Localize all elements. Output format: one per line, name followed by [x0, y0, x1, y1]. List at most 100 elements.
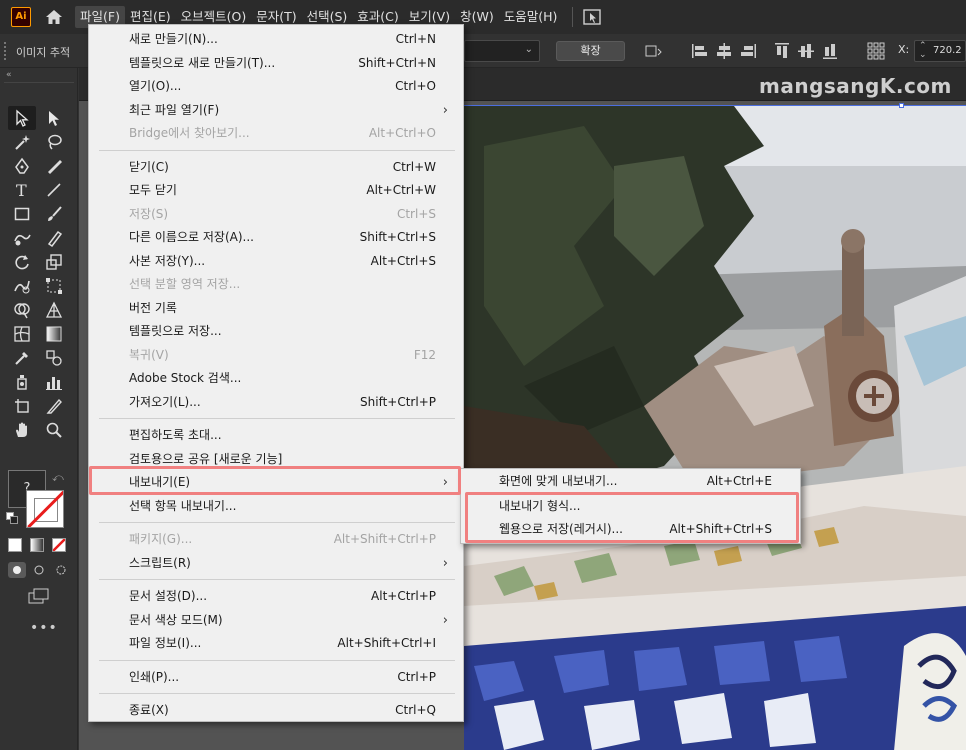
more-tools-icon[interactable]: •••	[30, 620, 58, 636]
file-menu-item[interactable]: Adobe Stock 검색...	[89, 367, 463, 390]
magic-wand-tool-icon[interactable]	[8, 130, 36, 154]
eyedropper-tool-icon[interactable]	[8, 346, 36, 370]
draw-inside-icon[interactable]	[52, 562, 70, 578]
file-menu-item[interactable]: 최근 파일 열기(F) ›	[89, 99, 463, 122]
trace-view-dropdown[interactable]: ⌄	[464, 40, 540, 62]
free-transform-tool-icon[interactable]	[40, 274, 68, 298]
column-graph-tool-icon[interactable]	[40, 370, 68, 394]
menu-help[interactable]: 도움말(H)	[499, 6, 563, 28]
file-menu-item[interactable]: 템플릿으로 새로 만들기(T)... Shift+Ctrl+N	[89, 52, 463, 75]
menu-item-shortcut: Alt+Ctrl+E	[706, 474, 772, 488]
shaper-tool-icon[interactable]	[8, 226, 36, 250]
align-left-icon[interactable]	[690, 41, 710, 61]
file-menu-item[interactable]: 열기(O)... Ctrl+O	[89, 75, 463, 98]
lasso-tool-icon[interactable]	[40, 130, 68, 154]
rotate-tool-icon[interactable]	[8, 250, 36, 274]
file-menu-item[interactable]: 새로 만들기(N)... Ctrl+N	[89, 28, 463, 51]
curvature-tool-icon[interactable]	[40, 154, 68, 178]
menu-item-label: 선택 분할 영역 저장...	[129, 277, 241, 291]
file-menu-item[interactable]: 사본 저장(Y)... Alt+Ctrl+S	[89, 250, 463, 273]
mesh-tool-icon[interactable]	[8, 322, 36, 346]
default-fill-stroke-icon[interactable]	[6, 512, 18, 524]
color-mode-icon[interactable]	[8, 538, 22, 552]
gradient-mode-icon[interactable]	[30, 538, 44, 552]
export-submenu-item[interactable]: 화면에 맞게 내보내기... Alt+Ctrl+E	[461, 470, 800, 493]
align-center-h-icon[interactable]	[714, 41, 734, 61]
warp-tool-icon[interactable]	[8, 274, 36, 298]
file-menu-item[interactable]: 모두 닫기 Alt+Ctrl+W	[89, 179, 463, 202]
file-menu-item[interactable]: 선택 항목 내보내기...	[89, 495, 463, 518]
menu-item-shortcut: F12	[413, 347, 436, 362]
x-position-field[interactable]: ⌃ ⌄ 720.2	[914, 40, 966, 62]
file-menu-item[interactable]: 다른 이름으로 저장(A)... Shift+Ctrl+S	[89, 226, 463, 249]
panel-grip[interactable]	[4, 42, 6, 60]
none-mode-icon[interactable]	[52, 538, 66, 552]
home-icon[interactable]	[43, 6, 65, 28]
collapse-panel-icon[interactable]: «	[6, 70, 12, 80]
align-right-icon[interactable]	[738, 41, 758, 61]
align-bottom-icon[interactable]	[820, 41, 840, 61]
draw-behind-icon[interactable]	[30, 562, 48, 578]
file-menu-item[interactable]: 닫기(C) Ctrl+W	[89, 156, 463, 179]
scale-tool-icon[interactable]	[40, 250, 68, 274]
type-tool-icon[interactable]: T	[8, 178, 36, 202]
menu-item-label: 템플릿으로 저장...	[129, 324, 222, 338]
file-menu-item[interactable]: 스크립트(R) ›	[89, 552, 463, 575]
blend-tool-icon[interactable]	[40, 346, 68, 370]
file-menu-item[interactable]: 문서 색상 모드(M) ›	[89, 609, 463, 632]
file-menu-item[interactable]: 종료(X) Ctrl+Q	[89, 699, 463, 722]
perspective-grid-tool-icon[interactable]	[40, 298, 68, 322]
image-trace-label[interactable]: 이미지 추적	[16, 44, 70, 60]
file-menu-item[interactable]: 파일 정보(I)... Alt+Shift+Ctrl+I	[89, 632, 463, 655]
stroke-swatch[interactable]	[26, 490, 64, 528]
menu-item-label: 내보내기(E)	[129, 475, 191, 489]
menu-item-label: 저장(S)	[129, 206, 169, 221]
paintbrush-tool-icon[interactable]	[40, 202, 68, 226]
spinner-arrows-icon[interactable]: ⌃ ⌄	[919, 42, 927, 60]
pen-tool-icon[interactable]	[8, 154, 36, 178]
zoom-tool-icon[interactable]	[40, 418, 68, 442]
expand-button[interactable]: 확장	[556, 41, 625, 61]
menu-item-label: 웹용으로 저장(레거시)...	[499, 522, 623, 536]
screen-mode-icon[interactable]	[26, 586, 52, 606]
file-menu-item[interactable]: 내보내기(E) ›	[89, 471, 463, 494]
file-menu-item[interactable]: 인쇄(P)... Ctrl+P	[89, 666, 463, 689]
file-menu-item[interactable]: 검토용으로 공유 [새로운 기능]	[89, 448, 463, 471]
file-menu-item: 저장(S) Ctrl+S	[89, 203, 463, 226]
menu-item-shortcut: Shift+Ctrl+P	[360, 394, 436, 409]
menu-item-label: 열기(O)...	[129, 79, 182, 93]
gradient-tool-icon[interactable]	[40, 322, 68, 346]
menu-item-shortcut: Shift+Ctrl+S	[359, 230, 436, 244]
file-menu-item[interactable]: 가져오기(L)... Shift+Ctrl+P	[89, 391, 463, 414]
align-center-v-icon[interactable]	[796, 41, 816, 61]
direct-selection-tool-icon[interactable]	[40, 106, 68, 130]
align-top-icon[interactable]	[772, 41, 792, 61]
swap-fill-stroke-icon[interactable]: ⤺	[52, 471, 64, 485]
file-menu-item[interactable]: 편집하도록 초대...	[89, 424, 463, 447]
slice-tool-icon[interactable]	[40, 394, 68, 418]
eraser-tool-icon[interactable]	[40, 226, 68, 250]
gpu-preview-icon[interactable]	[581, 6, 603, 28]
menu-item-shortcut: Shift+Ctrl+N	[358, 55, 436, 70]
artboard-tool-icon[interactable]	[8, 394, 36, 418]
draw-normal-icon[interactable]	[8, 562, 26, 578]
symbol-sprayer-tool-icon[interactable]	[8, 370, 36, 394]
artboard-traced-image[interactable]	[464, 105, 966, 750]
menu-item-label: 파일 정보(I)...	[129, 636, 202, 650]
export-submenu-item[interactable]: 내보내기 형식...	[461, 495, 800, 518]
file-menu-item[interactable]: 문서 설정(D)... Alt+Ctrl+P	[89, 585, 463, 608]
hand-tool-icon[interactable]	[8, 418, 36, 442]
panel-divider	[4, 82, 74, 83]
file-menu-item[interactable]: 버전 기록	[89, 297, 463, 320]
menu-item-label: 종료(X)	[129, 703, 169, 717]
reference-point-icon[interactable]	[866, 41, 886, 61]
line-tool-icon[interactable]	[40, 178, 68, 202]
export-submenu-item[interactable]: 웹용으로 저장(레거시)... Alt+Shift+Ctrl+S	[461, 518, 800, 541]
submenu-arrow-icon: ›	[442, 612, 448, 628]
transform-icon[interactable]	[643, 41, 663, 61]
shape-builder-tool-icon[interactable]	[8, 298, 36, 322]
selection-handle[interactable]	[899, 103, 904, 108]
rectangle-tool-icon[interactable]	[8, 202, 36, 226]
file-menu-item[interactable]: 템플릿으로 저장...	[89, 320, 463, 343]
selection-tool-icon[interactable]	[8, 106, 36, 130]
